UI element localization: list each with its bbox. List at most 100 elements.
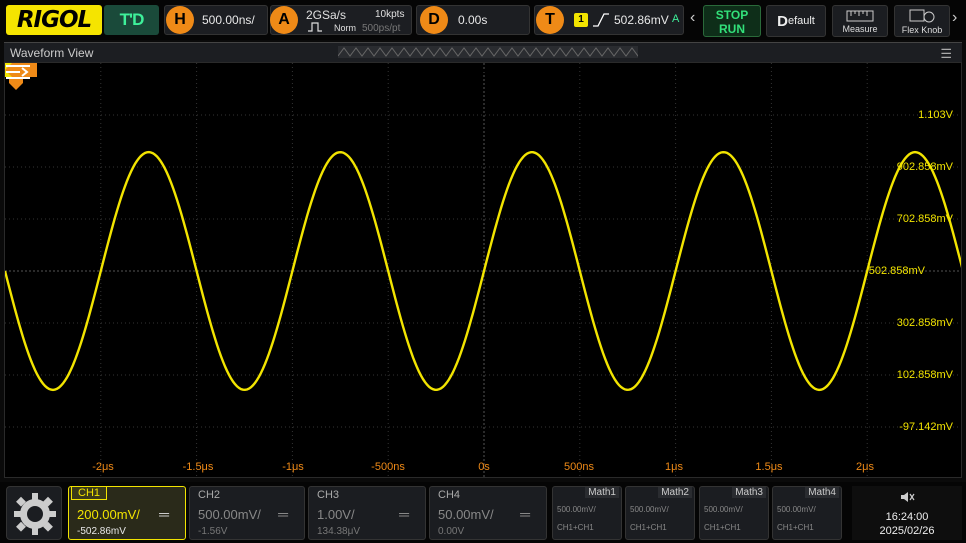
acquire-mode: Norm (334, 23, 356, 33)
acquire-resolution: 500ps/pt (362, 23, 401, 34)
math4-scale: 500.00mV/ (777, 505, 816, 514)
math3-scale: 500.00mV/ (704, 505, 743, 514)
x-tick-label: 1.5μs (755, 461, 783, 473)
speaker-muted-icon (901, 492, 915, 502)
x-tick-label: 500ns (564, 461, 594, 473)
sample-rate: 2GSa/s (306, 8, 347, 22)
ch1-coupling-icon: ═ (159, 506, 169, 522)
waveform-plot[interactable]: T 1 T 1.103V 902.858mV 702.858mV 502.858… (4, 62, 962, 478)
ch3-name: CH3 (317, 489, 340, 501)
ch3-offset: 134.38μV (317, 526, 361, 537)
x-tick-label: -500ns (371, 461, 405, 473)
y-tick-label: 302.858mV (896, 317, 953, 329)
ch4-scale: 50.00mV/ (438, 507, 494, 522)
x-tick-label: -2μs (92, 461, 114, 473)
y-tick-label: -97.142mV (899, 421, 953, 433)
ch3-coupling-icon: ═ (399, 506, 409, 522)
ch4-offset: 0.00V (438, 526, 465, 537)
ch2-panel[interactable]: CH2 500.00mV/ ═ -1.56V (189, 486, 305, 540)
math2-name: Math2 (658, 487, 692, 498)
ch1-offset-label: 1 (13, 394, 19, 405)
chevron-left-icon[interactable]: ‹ (690, 9, 695, 27)
acquire-icon: A (270, 6, 298, 34)
flex-knob-label: Flex Knob (901, 25, 943, 35)
x-tick-label: 2μs (856, 461, 874, 473)
math3-panel[interactable]: Math3 500.00mV/ CH1+CH1 (699, 486, 769, 540)
ch4-coupling-icon: ═ (520, 506, 530, 522)
trigger-source-badge: 1 (574, 13, 588, 27)
rigol-logo: RIGOL (6, 5, 102, 35)
default-letter: D (777, 12, 788, 30)
acquire-mode-icon (308, 22, 322, 32)
y-tick-label: 502.858mV (868, 265, 925, 277)
ch4-name: CH4 (438, 489, 461, 501)
oscilloscope-screen: RIGOL T'D H 500.00ns/ A 2GSa/s 10kpts No… (0, 0, 966, 543)
measure-label: Measure (842, 24, 878, 34)
top-toolbar: RIGOL T'D H 500.00ns/ A 2GSa/s 10kpts No… (0, 0, 966, 40)
navigation-menu-icon[interactable] (5, 63, 31, 81)
ch2-scale: 500.00mV/ (198, 507, 261, 522)
trigger-level: 502.86mV (614, 13, 669, 27)
delay-icon: D (420, 6, 448, 34)
clock-date: 2025/02/26 (879, 525, 935, 537)
clock-time: 16:24:00 (885, 511, 929, 523)
ch1-panel[interactable]: CH1 200.00mV/ ═ -502.86mV (68, 486, 186, 540)
timebase-value: 500.00ns/ (202, 13, 255, 27)
delay-value: 0.00s (458, 13, 488, 27)
y-tick-label: 1.103V (918, 109, 953, 121)
flex-knob-icon (909, 9, 935, 23)
math1-panel[interactable]: Math1 500.00mV/ CH1+CH1 (552, 486, 622, 540)
y-tick-label: 902.858mV (896, 161, 953, 173)
ch1-scale: 200.00mV/ (77, 507, 140, 522)
bottom-bar: CH1 200.00mV/ ═ -502.86mV CH2 500.00mV/ … (0, 482, 966, 543)
trigger-icon: T (536, 6, 564, 34)
math4-expr: CH1+CH1 (777, 523, 814, 532)
gear-icon (14, 493, 56, 535)
ch2-name: CH2 (198, 489, 221, 501)
run-label: RUN (719, 22, 745, 36)
waveform-canvas (5, 63, 961, 477)
memory-depth: 10kpts (375, 9, 405, 20)
math1-expr: CH1+CH1 (557, 523, 594, 532)
ch3-scale: 1.00V/ (317, 507, 355, 522)
trigger-status-td[interactable]: T'D (104, 5, 159, 35)
x-tick-label: 0s (478, 461, 490, 473)
flex-knob-button[interactable]: Flex Knob (894, 5, 950, 37)
math1-name: Math1 (585, 487, 619, 498)
math2-expr: CH1+CH1 (630, 523, 667, 532)
trigger-position-label: T (479, 70, 486, 81)
measure-button[interactable]: Measure (832, 5, 888, 37)
memory-overview-bar[interactable] (338, 45, 638, 59)
rising-edge-icon (593, 13, 609, 27)
x-tick-label: 1μs (665, 461, 683, 473)
chevron-right-icon[interactable]: › (952, 9, 957, 27)
trigger-status: A (672, 13, 680, 25)
ch1-offset: -502.86mV (77, 526, 126, 537)
view-menu-icon[interactable]: ☰ (940, 46, 952, 62)
math4-name: Math4 (805, 487, 839, 498)
settings-button[interactable] (6, 486, 62, 540)
waveform-view-header: Waveform View ☰ (4, 42, 962, 62)
horizontal-icon: H (166, 6, 194, 34)
x-tick-label: -1.5μs (182, 461, 214, 473)
x-tick-label: -1μs (282, 461, 304, 473)
ch3-panel[interactable]: CH3 1.00V/ ═ 134.38μV (308, 486, 426, 540)
math2-scale: 500.00mV/ (630, 505, 669, 514)
stop-run-button[interactable]: STOP RUN (703, 5, 761, 37)
math2-panel[interactable]: Math2 500.00mV/ CH1+CH1 (625, 486, 695, 540)
ch4-panel[interactable]: CH4 50.00mV/ ═ 0.00V (429, 486, 547, 540)
ch1-name: CH1 (71, 486, 108, 500)
status-panel[interactable]: 16:24:00 2025/02/26 (852, 486, 962, 540)
math3-expr: CH1+CH1 (704, 523, 741, 532)
math3-name: Math3 (732, 487, 766, 498)
y-tick-label: 702.858mV (896, 213, 953, 225)
waveform-view-title: Waveform View (10, 46, 94, 60)
math1-scale: 500.00mV/ (557, 505, 596, 514)
ruler-icon (846, 10, 874, 22)
default-label: efault (787, 15, 815, 27)
math4-panel[interactable]: Math4 500.00mV/ CH1+CH1 (772, 486, 842, 540)
stop-label: STOP (715, 8, 749, 22)
trigger-level-label: T (948, 263, 955, 274)
default-button[interactable]: Default (766, 5, 826, 37)
ch2-coupling-icon: ═ (278, 506, 288, 522)
